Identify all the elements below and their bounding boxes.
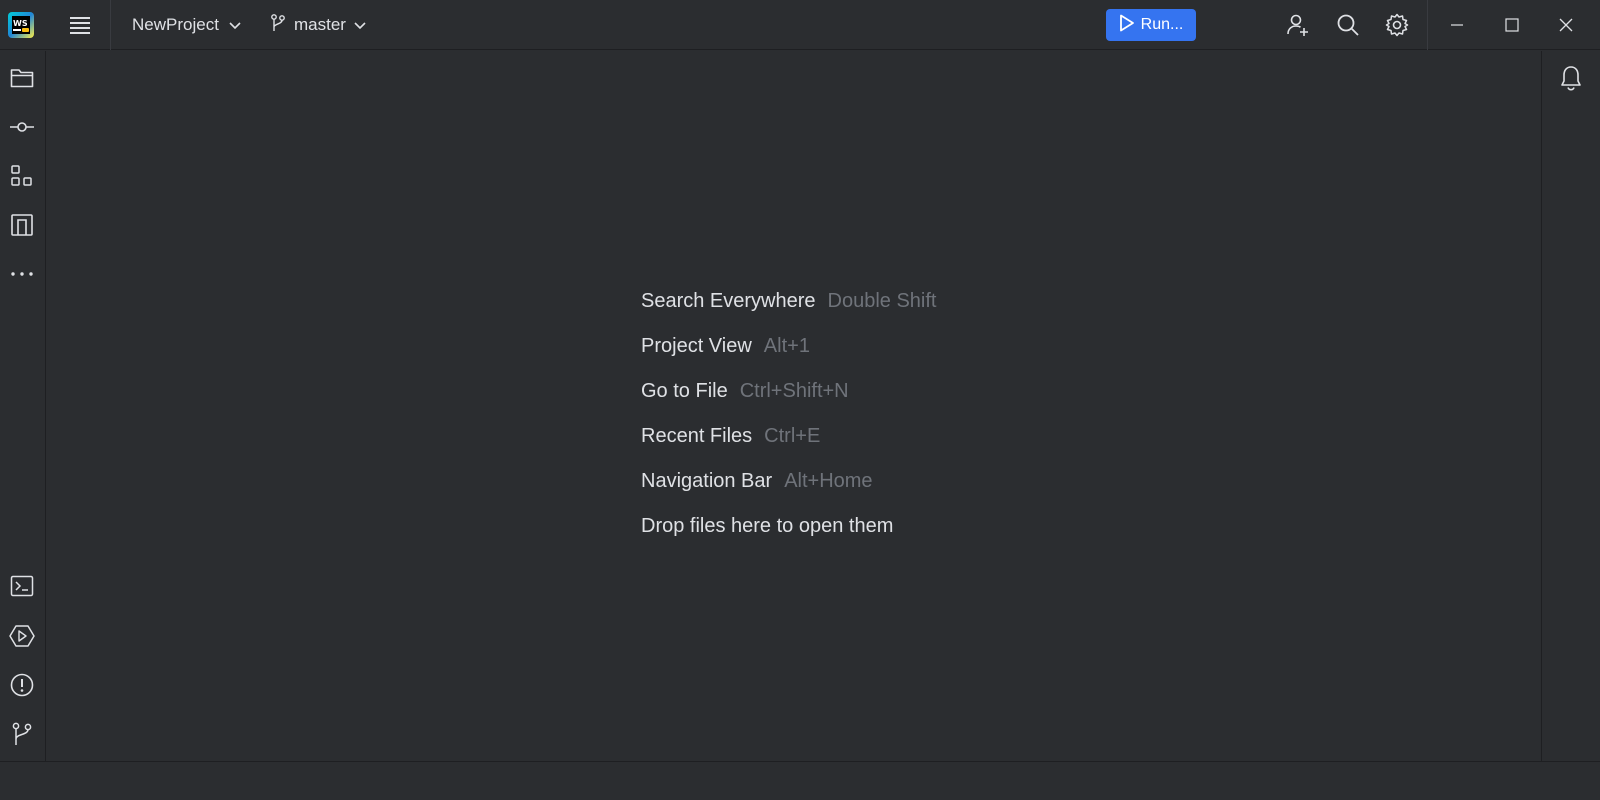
hint-label: Search Everywhere [641, 290, 816, 312]
hint-shortcut: Ctrl+Shift+N [739, 380, 849, 402]
hint-label: Drop files here to open them [641, 515, 894, 537]
hint-project-view[interactable]: Project View Alt+1 [641, 324, 937, 369]
hint-search-everywhere[interactable]: Search Everywhere Double Shift [641, 279, 937, 324]
add-user-icon[interactable] [1284, 11, 1312, 39]
empty-editor-hints: Search Everywhere Double Shift Project V… [641, 279, 937, 549]
hint-navigation-bar[interactable]: Navigation Bar Alt+Home [641, 459, 937, 504]
webstorm-logo-icon[interactable]: WS [8, 12, 34, 38]
hint-label: Navigation Bar [641, 470, 773, 492]
structure-icon[interactable] [6, 160, 38, 192]
notifications-icon[interactable] [1555, 62, 1587, 94]
play-icon [1119, 14, 1135, 37]
hint-drop-files: Drop files here to open them [641, 504, 937, 549]
chevron-down-icon [354, 15, 366, 35]
hint-label: Go to File [641, 380, 728, 402]
right-tool-strip [1541, 51, 1600, 761]
branch-icon [270, 13, 286, 37]
folder-icon[interactable] [6, 62, 38, 94]
title-bar: WS NewProject master Run... [0, 0, 1600, 50]
maximize-icon[interactable] [1484, 0, 1540, 50]
hint-shortcut: Double Shift [827, 290, 937, 312]
hint-label: Project View [641, 335, 752, 357]
main-menu-icon[interactable] [66, 11, 94, 39]
services-icon[interactable] [6, 620, 38, 652]
bookmarks-icon[interactable] [6, 209, 38, 241]
run-label: Run... [1140, 16, 1184, 33]
more-icon[interactable] [6, 258, 38, 290]
hint-go-to-file[interactable]: Go to File Ctrl+Shift+N [641, 369, 937, 414]
branch-selector[interactable]: master [262, 10, 374, 40]
hint-recent-files[interactable]: Recent Files Ctrl+E [641, 414, 937, 459]
branch-name: master [294, 15, 346, 34]
hint-label: Recent Files [641, 425, 753, 447]
hint-shortcut: Ctrl+E [764, 425, 821, 447]
minimize-icon[interactable] [1429, 0, 1485, 50]
title-separator [110, 0, 111, 50]
hint-shortcut: Alt+1 [763, 335, 810, 357]
close-icon[interactable] [1538, 0, 1594, 50]
title-separator [1427, 0, 1428, 50]
problems-icon[interactable] [6, 669, 38, 701]
run-button[interactable]: Run... [1106, 9, 1196, 41]
search-icon[interactable] [1334, 11, 1362, 39]
project-name: NewProject [132, 15, 219, 34]
commit-icon[interactable] [6, 111, 38, 143]
project-selector[interactable]: NewProject [124, 10, 249, 40]
svg-text:WS: WS [13, 19, 28, 28]
chevron-down-icon [229, 15, 241, 35]
left-tool-strip [0, 51, 46, 761]
hint-shortcut: Alt+Home [784, 470, 873, 492]
editor-empty-area[interactable]: Search Everywhere Double Shift Project V… [47, 51, 1541, 761]
git-icon[interactable] [6, 718, 38, 750]
terminal-icon[interactable] [6, 570, 38, 602]
gear-icon[interactable] [1383, 11, 1411, 39]
status-bar [0, 761, 1600, 800]
